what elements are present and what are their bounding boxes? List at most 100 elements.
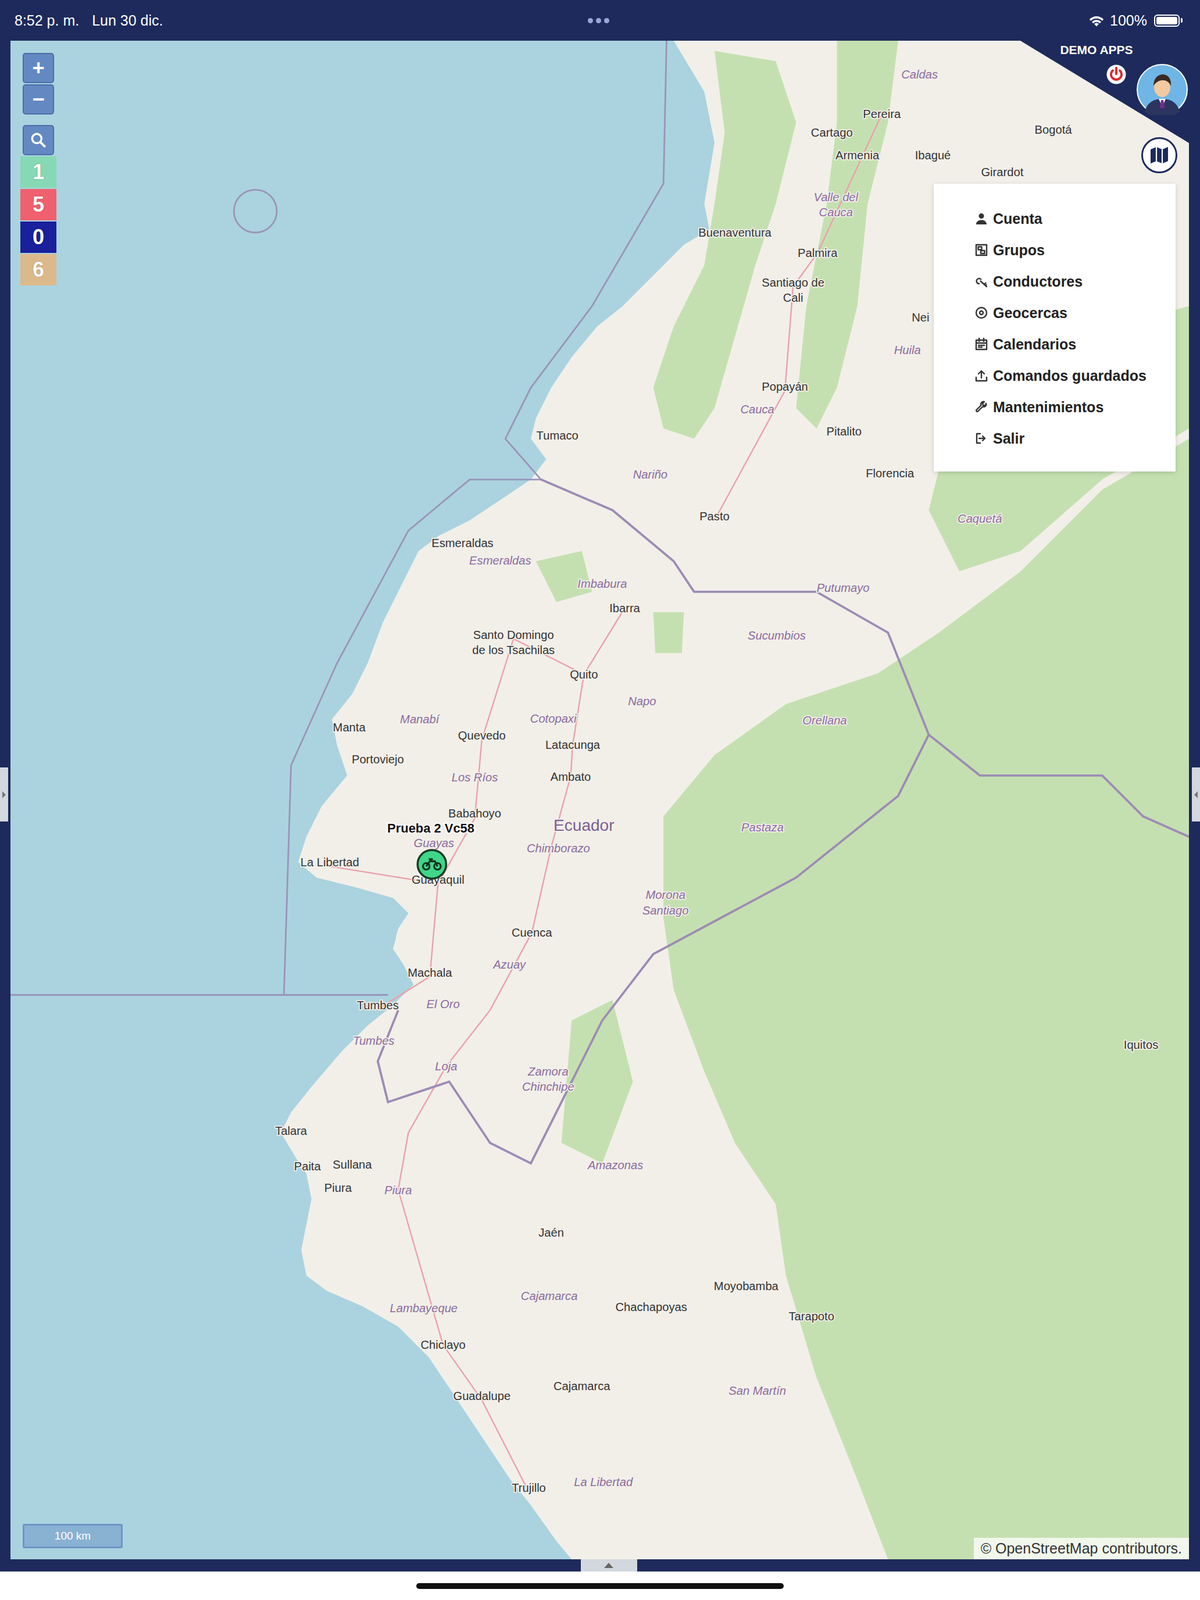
battery-percent: 100%: [1109, 12, 1148, 30]
map-label: Ecuador: [553, 816, 615, 835]
map-label: Piura: [324, 1181, 353, 1195]
status-counter[interactable]: 0: [20, 221, 57, 253]
status-clock: 8:52 p. m.Lun 30 dic.: [14, 12, 588, 30]
menu-item-icon: [974, 431, 989, 446]
status-counter[interactable]: 1: [20, 156, 57, 188]
vehicle-pin[interactable]: [417, 850, 446, 879]
map-label: Chachapoyas: [615, 1300, 687, 1314]
map-label: Imbabura: [577, 577, 627, 591]
map-label: Ibagué: [915, 148, 952, 162]
road: [377, 883, 439, 1010]
menu-item[interactable]: Geocercas: [974, 297, 1163, 329]
map-label: Cajamarca: [553, 1379, 611, 1393]
status-counter[interactable]: 5: [20, 188, 57, 221]
left-panel-tab[interactable]: [0, 767, 9, 822]
search-button[interactable]: [22, 125, 55, 156]
menu-item[interactable]: Grupos: [974, 234, 1163, 266]
menu-item[interactable]: Comandos guardados: [974, 359, 1163, 392]
map-label: Putumayo: [816, 581, 870, 595]
map-label: Caldas: [901, 68, 938, 81]
vehicle-label[interactable]: Prueba 2 Vc58: [387, 820, 475, 836]
land: [280, 40, 1189, 1560]
user-menu: CuentaGruposConductoresGeocercasCalendar…: [933, 183, 1176, 472]
menu-item-icon: [974, 337, 989, 352]
map-label: Los Ríos: [451, 770, 499, 784]
map-label: Popayán: [761, 380, 809, 394]
map-label: Pereira: [862, 107, 902, 121]
map-label: Iquitos: [1123, 1038, 1159, 1052]
map-label: Babahoyo: [448, 806, 502, 820]
map-label: Buenaventura: [698, 226, 772, 239]
map-label: Santo Domingode los Tsachilas: [472, 628, 555, 657]
menu-item[interactable]: Cuenta: [974, 202, 1163, 235]
panel-handle[interactable]: [580, 1559, 638, 1572]
maritime-boundary: [283, 479, 541, 995]
map-label: Jaén: [538, 1226, 564, 1239]
map-label: Paita: [294, 1159, 322, 1173]
map-label: Azuay: [492, 958, 527, 971]
map-label: Lambayeque: [389, 1301, 458, 1315]
map-label: Latacunga: [545, 738, 601, 752]
multitask-dots-icon[interactable]: [587, 18, 610, 24]
zoom-in-button[interactable]: +: [22, 52, 55, 84]
map-label: Armenia: [835, 148, 880, 162]
forest-area: [663, 438, 1189, 1560]
map-controls: +− 1506: [22, 52, 57, 286]
menu-item-icon: [974, 400, 989, 414]
map-label: Esmeraldas: [469, 554, 532, 567]
home-indicator[interactable]: [416, 1583, 784, 1589]
map-label: Machala: [407, 966, 453, 980]
map-label: Cuenca: [511, 926, 553, 939]
menu-item[interactable]: Salir: [974, 422, 1163, 455]
attribution[interactable]: © OpenStreetMap contributors.: [973, 1537, 1189, 1560]
map-label: Amazonas: [587, 1158, 644, 1172]
account-name: DEMO APPS: [1052, 43, 1141, 57]
power-icon[interactable]: [1105, 63, 1127, 85]
map-label: Tumbes: [352, 1034, 395, 1048]
map-frame: Caldas Pereira Cartago Armenia Ibagué Bogotá G…: [0, 40, 1200, 1560]
status-date: Lun 30 dic.: [91, 12, 163, 30]
map-layer-button[interactable]: [1141, 137, 1178, 174]
search-icon: [29, 130, 48, 150]
map-label: Orellana: [802, 713, 847, 727]
right-panel-tab[interactable]: [1191, 767, 1200, 822]
motorcycle-icon: [423, 859, 442, 870]
map-label: Caquetá: [957, 512, 1002, 525]
zoom-out-button[interactable]: −: [22, 84, 55, 115]
map-label: Tumaco: [536, 429, 579, 442]
map-label: Pastaza: [741, 820, 784, 834]
map-label: Girardot: [980, 165, 1024, 179]
battery-icon: [1154, 14, 1180, 27]
vehicle-marker[interactable]: Prueba 2 Vc58: [387, 820, 475, 879]
forest-area: [536, 551, 593, 603]
map-label: Manta: [333, 720, 367, 734]
map-label: Quito: [569, 668, 598, 681]
menu-item[interactable]: Conductores: [974, 265, 1163, 298]
menu-item[interactable]: Mantenimientos: [974, 391, 1163, 423]
menu-item[interactable]: Calendarios: [974, 328, 1163, 360]
country-border: [928, 734, 1189, 838]
bottom-bar: [0, 1559, 1200, 1600]
map-label: Nei: [911, 311, 930, 324]
map-label: Santiago deCali: [761, 276, 825, 305]
map-label: Portoviejo: [351, 752, 405, 766]
map-label: Loja: [434, 1059, 457, 1073]
status-counter[interactable]: 6: [20, 254, 57, 286]
avatar-icon[interactable]: [1136, 63, 1188, 116]
road: [398, 608, 625, 1492]
map-label: Chimborazo: [526, 841, 591, 855]
map-label: Bogotá: [1034, 123, 1073, 137]
map-label: El Oro: [426, 997, 460, 1011]
map[interactable]: Caldas Pereira Cartago Armenia Ibagué Bogotá G…: [10, 40, 1189, 1560]
map-label: Ibarra: [609, 601, 641, 615]
status-indicators: 100%: [609, 12, 1183, 30]
wifi-icon: [1087, 13, 1106, 28]
map-label: Talara: [275, 1124, 308, 1138]
map-label: Cartago: [811, 126, 853, 139]
map-label: Moyobamba: [713, 1279, 780, 1293]
map-label: Sucumbios: [747, 629, 806, 642]
map-label: La Libertad: [573, 1475, 634, 1489]
map-label: Piura: [384, 1183, 412, 1197]
screen: 8:52 p. m.Lun 30 dic.100%CaldasPereiraCa…: [0, 0, 1200, 1600]
maritime-boundary: [10, 994, 388, 996]
